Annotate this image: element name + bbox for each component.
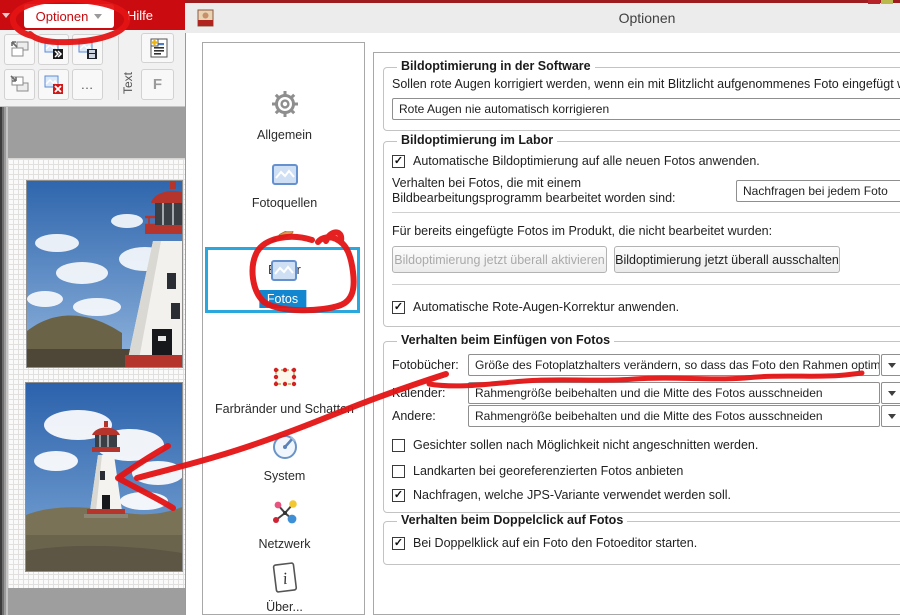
ellipsis-icon: … — [80, 77, 95, 92]
chevron-down-icon — [888, 413, 896, 419]
sidebar-item-fotoquellen[interactable] — [203, 164, 366, 185]
faces-checkbox-row: Gesichter sollen nach Möglichkeit nicht … — [392, 438, 758, 452]
doubleclick-checkbox-row: Bei Doppelklick auf ein Foto den Fotoedi… — [392, 536, 697, 550]
sidebar-item-label[interactable]: Über... — [203, 600, 366, 614]
edited-photos-combobox[interactable]: Nachfragen bei jedem Foto — [736, 180, 900, 202]
screenshot: Optionen Hilfe … Text F Optionen Allgeme… — [0, 0, 900, 615]
group-einfuegen-von-fotos: Verhalten beim Einfügen von Fotos Fotobü… — [383, 333, 900, 513]
menu-item-optionen-label: Optionen — [35, 8, 89, 24]
arrange-backward-icon — [10, 40, 28, 56]
photo-lighthouse-full[interactable] — [25, 382, 183, 572]
sidebar-item-label[interactable]: Fotoquellen — [203, 196, 366, 210]
dialog-top-border — [185, 0, 900, 3]
window-decoration — [881, 0, 893, 4]
menu-item-optionen[interactable]: Optionen — [24, 4, 114, 28]
separator — [392, 212, 900, 213]
redeye-correction-checkbox[interactable] — [392, 300, 405, 314]
arrange-forward-button[interactable] — [4, 69, 35, 100]
chevron-down-icon — [888, 390, 896, 396]
sidebar-item-fotos-selected[interactable]: Fotos — [205, 247, 360, 313]
gauge-icon — [272, 435, 297, 459]
add-text-template-button[interactable] — [141, 33, 174, 63]
sidebar-item-farbraender[interactable] — [203, 366, 366, 388]
image-save-icon — [78, 40, 97, 59]
group-title: Bildoptimierung im Labor — [397, 133, 558, 147]
dialog-content-panel: Bildoptimierung in der Software Sollen r… — [373, 52, 900, 615]
deactivate-optimization-button[interactable]: Bildoptimierung jetzt überall ausschalte… — [614, 246, 840, 273]
sidebar-item-allgemein[interactable] — [203, 89, 366, 119]
sidebar-item-ueber[interactable]: i — [203, 561, 366, 595]
sidebar-item-label[interactable]: Allgemein — [203, 128, 366, 142]
sidebar-item-label-selected[interactable]: Fotos — [258, 290, 307, 308]
menu-item-hilfe[interactable]: Hilfe — [127, 0, 153, 30]
image-delete-icon — [44, 75, 63, 94]
andere-combobox[interactable]: Rahmengröße beibehalten und die Mitte de… — [468, 405, 880, 427]
image-icon — [206, 260, 361, 281]
window-decoration — [868, 0, 880, 4]
app-icon — [197, 9, 214, 27]
group-bildoptimierung-labor: Bildoptimierung im Labor Automatische Bi… — [383, 133, 900, 327]
chevron-down-icon — [94, 13, 103, 19]
toolbar: … Text F — [0, 30, 185, 107]
font-button[interactable]: F — [141, 69, 174, 100]
sidebar-item-label[interactable]: Farbränder und Schatten — [203, 402, 366, 416]
group-doppelclick: Verhalten beim Doppelclick auf Fotos Bei… — [383, 513, 900, 565]
doubleclick-editor-checkbox[interactable] — [392, 536, 405, 550]
page-edge — [0, 107, 8, 615]
chevron-down-icon — [888, 362, 896, 368]
edited-photos-label: Verhalten bei Fotos, die mit einem Bildb… — [392, 176, 676, 205]
arrange-backward-button[interactable] — [4, 34, 35, 65]
maps-checkbox-row: Landkarten bei georeferenzierten Fotos a… — [392, 464, 683, 478]
auto-optimize-checkbox-row: Automatische Bildoptimierung auf alle ne… — [392, 154, 760, 168]
auto-optimize-checkbox[interactable] — [392, 154, 405, 168]
jps-checkbox[interactable] — [392, 488, 405, 502]
andere-label: Andere: — [392, 409, 436, 423]
fotobuecher-combobox-arrow[interactable] — [881, 354, 900, 376]
inserted-photos-label: Für bereits eingefügte Fotos im Produkt,… — [392, 224, 773, 238]
group-title: Verhalten beim Einfügen von Fotos — [397, 333, 615, 347]
maps-checkbox[interactable] — [392, 464, 405, 478]
network-icon — [272, 500, 297, 524]
faces-checkbox[interactable] — [392, 438, 405, 452]
image-icon — [271, 164, 298, 185]
image-forward-icon — [44, 40, 63, 59]
separator — [392, 284, 900, 285]
fotobuecher-combobox[interactable]: Größe des Fotoplatzhalters verändern, so… — [468, 354, 880, 376]
selection-frame-icon — [273, 367, 296, 387]
dialog-title: Optionen — [618, 10, 676, 26]
sidebar-item-system[interactable] — [203, 433, 366, 461]
redeye-mode-combobox[interactable]: Rote Augen nie automatisch korrigieren — [392, 98, 900, 120]
toolbar-group-label: Text — [121, 72, 135, 95]
jps-checkbox-row: Nachfragen, welche JPS-Variante verwende… — [392, 488, 731, 502]
activate-optimization-button[interactable]: Bildoptimierung jetzt überall aktivieren — [392, 246, 607, 273]
sidebar-item-netzwerk[interactable] — [203, 498, 366, 528]
arrange-forward-icon — [9, 74, 28, 91]
gear-icon — [271, 91, 298, 117]
group-bildoptimierung-software: Bildoptimierung in der Software Sollen r… — [383, 59, 900, 131]
text-template-icon — [150, 38, 167, 58]
chevron-down-icon — [2, 13, 10, 18]
info-document-icon: i — [272, 562, 297, 593]
image-save-button[interactable] — [72, 34, 103, 65]
sidebar-item-label[interactable]: Netzwerk — [203, 537, 366, 551]
fotobuecher-label: Fotobücher: — [392, 358, 459, 372]
group-title: Verhalten beim Doppelclick auf Fotos — [397, 513, 628, 527]
kalender-combobox-arrow[interactable] — [881, 382, 900, 404]
group-title: Bildoptimierung in der Software — [397, 59, 595, 73]
redeye-question-text: Sollen rote Augen korrigiert werden, wen… — [392, 77, 900, 91]
kalender-label: Kalender: — [392, 386, 446, 400]
image-delete-button[interactable] — [38, 69, 69, 100]
photo-lighthouse-closeup[interactable] — [26, 180, 183, 368]
redeye-correction-checkbox-row: Automatische Rote-Augen-Korrektur anwend… — [392, 300, 679, 314]
image-replace-button[interactable] — [38, 34, 69, 65]
kalender-combobox[interactable]: Rahmengröße beibehalten und die Mitte de… — [468, 382, 880, 404]
andere-combobox-arrow[interactable] — [881, 405, 900, 427]
sidebar-item-label[interactable]: System — [203, 469, 366, 483]
dialog-titlebar[interactable]: Optionen — [185, 3, 900, 33]
more-tools-button[interactable]: … — [72, 69, 103, 100]
toolbar-divider — [118, 36, 119, 100]
dialog-sidebar: Allgemein Fotoquellen Editor — [202, 42, 365, 615]
